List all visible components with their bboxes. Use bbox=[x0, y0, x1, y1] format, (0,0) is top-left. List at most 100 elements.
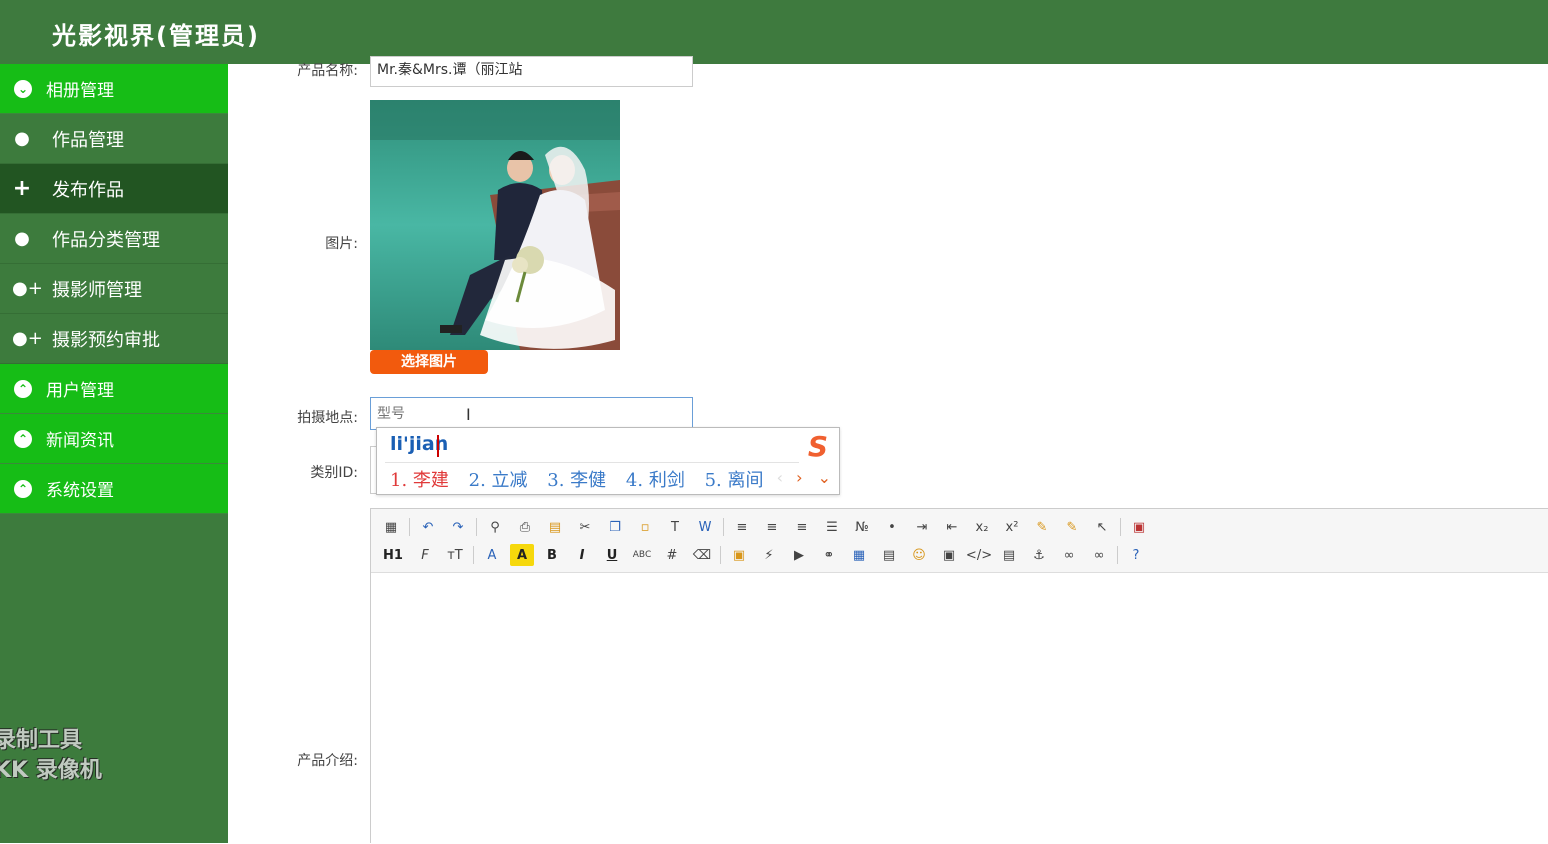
user-icon: ● bbox=[14, 128, 30, 149]
app-title: 光影视界(管理员) bbox=[52, 22, 260, 50]
editor-toolbar: ▦ ↶ ↷ ⚲ ⎙ ▤ ✂ ❐ ▫ T W ≡ ≡ ≡ ☰ № • ⇥ ⇤ x₂… bbox=[371, 509, 1548, 573]
italic-icon[interactable]: I bbox=[570, 544, 594, 566]
add-user-icon: ●+ bbox=[12, 278, 43, 299]
sidebar-item-label: 作品管理 bbox=[52, 129, 124, 151]
ime-candidate[interactable]: 1. 李建 bbox=[390, 470, 449, 491]
location-input[interactable] bbox=[370, 397, 693, 430]
link-icon[interactable]: ∞ bbox=[1057, 544, 1081, 566]
product-image bbox=[370, 100, 620, 350]
sidebar-item-system-settings[interactable]: ⌃ 系统设置 bbox=[0, 464, 228, 514]
indent-icon[interactable]: ⇥ bbox=[910, 516, 934, 538]
sidebar-item-album-management[interactable]: ⌄ 相册管理 bbox=[0, 64, 228, 114]
fullscreen-icon[interactable]: ▣ bbox=[1127, 516, 1151, 538]
unlink-icon[interactable]: ∞ bbox=[1087, 544, 1111, 566]
insert-row-icon[interactable]: ▤ bbox=[877, 544, 901, 566]
recorder-watermark: 录制工具 KK 录像机 bbox=[0, 728, 102, 783]
heading-icon[interactable]: H1 bbox=[379, 544, 407, 566]
product-name-label: 产品名称: bbox=[297, 63, 358, 79]
attachment-icon[interactable]: ⚭ bbox=[817, 544, 841, 566]
sidebar-item-photographer-management[interactable]: ●+ 摄影师管理 bbox=[0, 264, 228, 314]
sidebar-item-label: 新闻资讯 bbox=[46, 431, 114, 451]
font-color-icon[interactable]: A bbox=[480, 544, 504, 566]
flash-icon[interactable]: ⚡ bbox=[757, 544, 781, 566]
superscript-icon[interactable]: x² bbox=[1000, 516, 1024, 538]
strikethrough-icon[interactable]: ABC bbox=[630, 544, 654, 566]
copy-icon[interactable]: ❐ bbox=[603, 516, 627, 538]
chevron-up-circle-icon: ⌃ bbox=[14, 379, 32, 398]
preview-icon[interactable]: ⚲ bbox=[483, 516, 507, 538]
redo-icon[interactable]: ↷ bbox=[446, 516, 470, 538]
eraser-icon[interactable]: ⌫ bbox=[690, 544, 714, 566]
ime-next-page-icon[interactable]: › bbox=[796, 468, 802, 487]
line-height-icon[interactable]: # bbox=[660, 544, 684, 566]
sogou-logo-icon: S bbox=[807, 430, 829, 463]
ime-pinyin: li'jian bbox=[390, 433, 449, 455]
ime-candidate[interactable]: 4. 利剑 bbox=[626, 470, 685, 491]
paste-word-icon[interactable]: W bbox=[693, 516, 717, 538]
table-icon[interactable]: ▦ bbox=[847, 544, 871, 566]
sidebar-item-label: 用户管理 bbox=[46, 381, 114, 401]
ime-candidate-window: li'jian S 1. 李建 2. 立减 3. 李健 4. 利剑 5. 离间 … bbox=[376, 427, 840, 495]
ime-expand-icon[interactable]: ⌄ bbox=[818, 468, 831, 487]
select-all-icon[interactable]: ✎ bbox=[1060, 516, 1084, 538]
ime-caret bbox=[437, 435, 439, 457]
page-break-icon[interactable]: ▤ bbox=[997, 544, 1021, 566]
source-icon[interactable]: ▦ bbox=[379, 516, 403, 538]
print-icon[interactable]: ⎙ bbox=[513, 516, 537, 538]
ime-candidate[interactable]: 3. 李健 bbox=[547, 470, 606, 491]
font-size-icon[interactable]: тT bbox=[443, 544, 467, 566]
map-icon[interactable]: ▣ bbox=[937, 544, 961, 566]
sidebar-item-user-management[interactable]: ⌃ 用户管理 bbox=[0, 364, 228, 414]
ime-prev-page-icon[interactable]: ‹ bbox=[777, 468, 783, 487]
media-icon[interactable]: ▶ bbox=[787, 544, 811, 566]
sidebar-item-booking-approval[interactable]: ●+ 摄影预约审批 bbox=[0, 314, 228, 364]
ime-candidate[interactable]: 5. 离间 bbox=[705, 470, 764, 491]
subscript-icon[interactable]: x₂ bbox=[970, 516, 994, 538]
anchor-icon[interactable]: ⚓ bbox=[1027, 544, 1051, 566]
highlight-icon[interactable]: A bbox=[510, 544, 534, 566]
outdent-icon[interactable]: ⇤ bbox=[940, 516, 964, 538]
sidebar-item-label: 摄影预约审批 bbox=[52, 329, 160, 351]
image-icon[interactable]: ▣ bbox=[727, 544, 751, 566]
rich-text-editor: ▦ ↶ ↷ ⚲ ⎙ ▤ ✂ ❐ ▫ T W ≡ ≡ ≡ ☰ № • ⇥ ⇤ x₂… bbox=[370, 508, 1548, 843]
cut-icon[interactable]: ✂ bbox=[573, 516, 597, 538]
bold-icon[interactable]: B bbox=[540, 544, 564, 566]
sidebar-item-works-management[interactable]: ● 作品管理 bbox=[0, 114, 228, 164]
justify-icon[interactable]: ☰ bbox=[820, 516, 844, 538]
sidebar-item-label: 相册管理 bbox=[46, 81, 114, 101]
intro-label: 产品介绍: bbox=[297, 753, 358, 769]
paste-icon[interactable]: ▫ bbox=[633, 516, 657, 538]
user-icon: ● bbox=[14, 228, 30, 249]
clear-format-icon[interactable]: ✎ bbox=[1030, 516, 1054, 538]
template-icon[interactable]: ▤ bbox=[543, 516, 567, 538]
sidebar-item-news[interactable]: ⌃ 新闻资讯 bbox=[0, 414, 228, 464]
sidebar-item-label: 作品分类管理 bbox=[52, 229, 160, 251]
underline-icon[interactable]: U bbox=[600, 544, 624, 566]
font-family-icon[interactable]: F bbox=[413, 544, 437, 566]
paste-plain-icon[interactable]: T bbox=[663, 516, 687, 538]
align-center-icon[interactable]: ≡ bbox=[760, 516, 784, 538]
plus-icon: + bbox=[12, 176, 32, 201]
undo-icon[interactable]: ↶ bbox=[416, 516, 440, 538]
ordered-list-icon[interactable]: № bbox=[850, 516, 874, 538]
location-label: 拍摄地点: bbox=[297, 410, 358, 426]
sidebar-item-label: 摄影师管理 bbox=[52, 279, 142, 301]
image-label: 图片: bbox=[325, 236, 358, 252]
ime-candidate[interactable]: 2. 立减 bbox=[469, 470, 528, 491]
align-left-icon[interactable]: ≡ bbox=[730, 516, 754, 538]
unordered-list-icon[interactable]: • bbox=[880, 516, 904, 538]
text-cursor-icon: I bbox=[466, 405, 471, 424]
sidebar: ⌄ 相册管理 ● 作品管理 + 发布作品 ● 作品分类管理 ●+ 摄影师管理 ●… bbox=[0, 64, 228, 843]
editor-content-area[interactable] bbox=[371, 573, 1548, 844]
product-name-input[interactable]: Mr.秦&Mrs.谭（丽江站 bbox=[370, 56, 693, 87]
chevron-down-circle-icon: ⌄ bbox=[14, 79, 32, 98]
select-pointer-icon[interactable]: ↖ bbox=[1090, 516, 1114, 538]
help-icon[interactable]: ? bbox=[1124, 544, 1148, 566]
emoticon-icon[interactable]: ☺ bbox=[907, 544, 931, 566]
align-right-icon[interactable]: ≡ bbox=[790, 516, 814, 538]
sidebar-item-publish-work[interactable]: + 发布作品 bbox=[0, 164, 228, 214]
choose-image-button[interactable]: 选择图片 bbox=[370, 350, 488, 374]
chevron-up-circle-icon: ⌃ bbox=[14, 479, 32, 498]
sidebar-item-category-management[interactable]: ● 作品分类管理 bbox=[0, 214, 228, 264]
code-icon[interactable]: </> bbox=[966, 544, 992, 566]
